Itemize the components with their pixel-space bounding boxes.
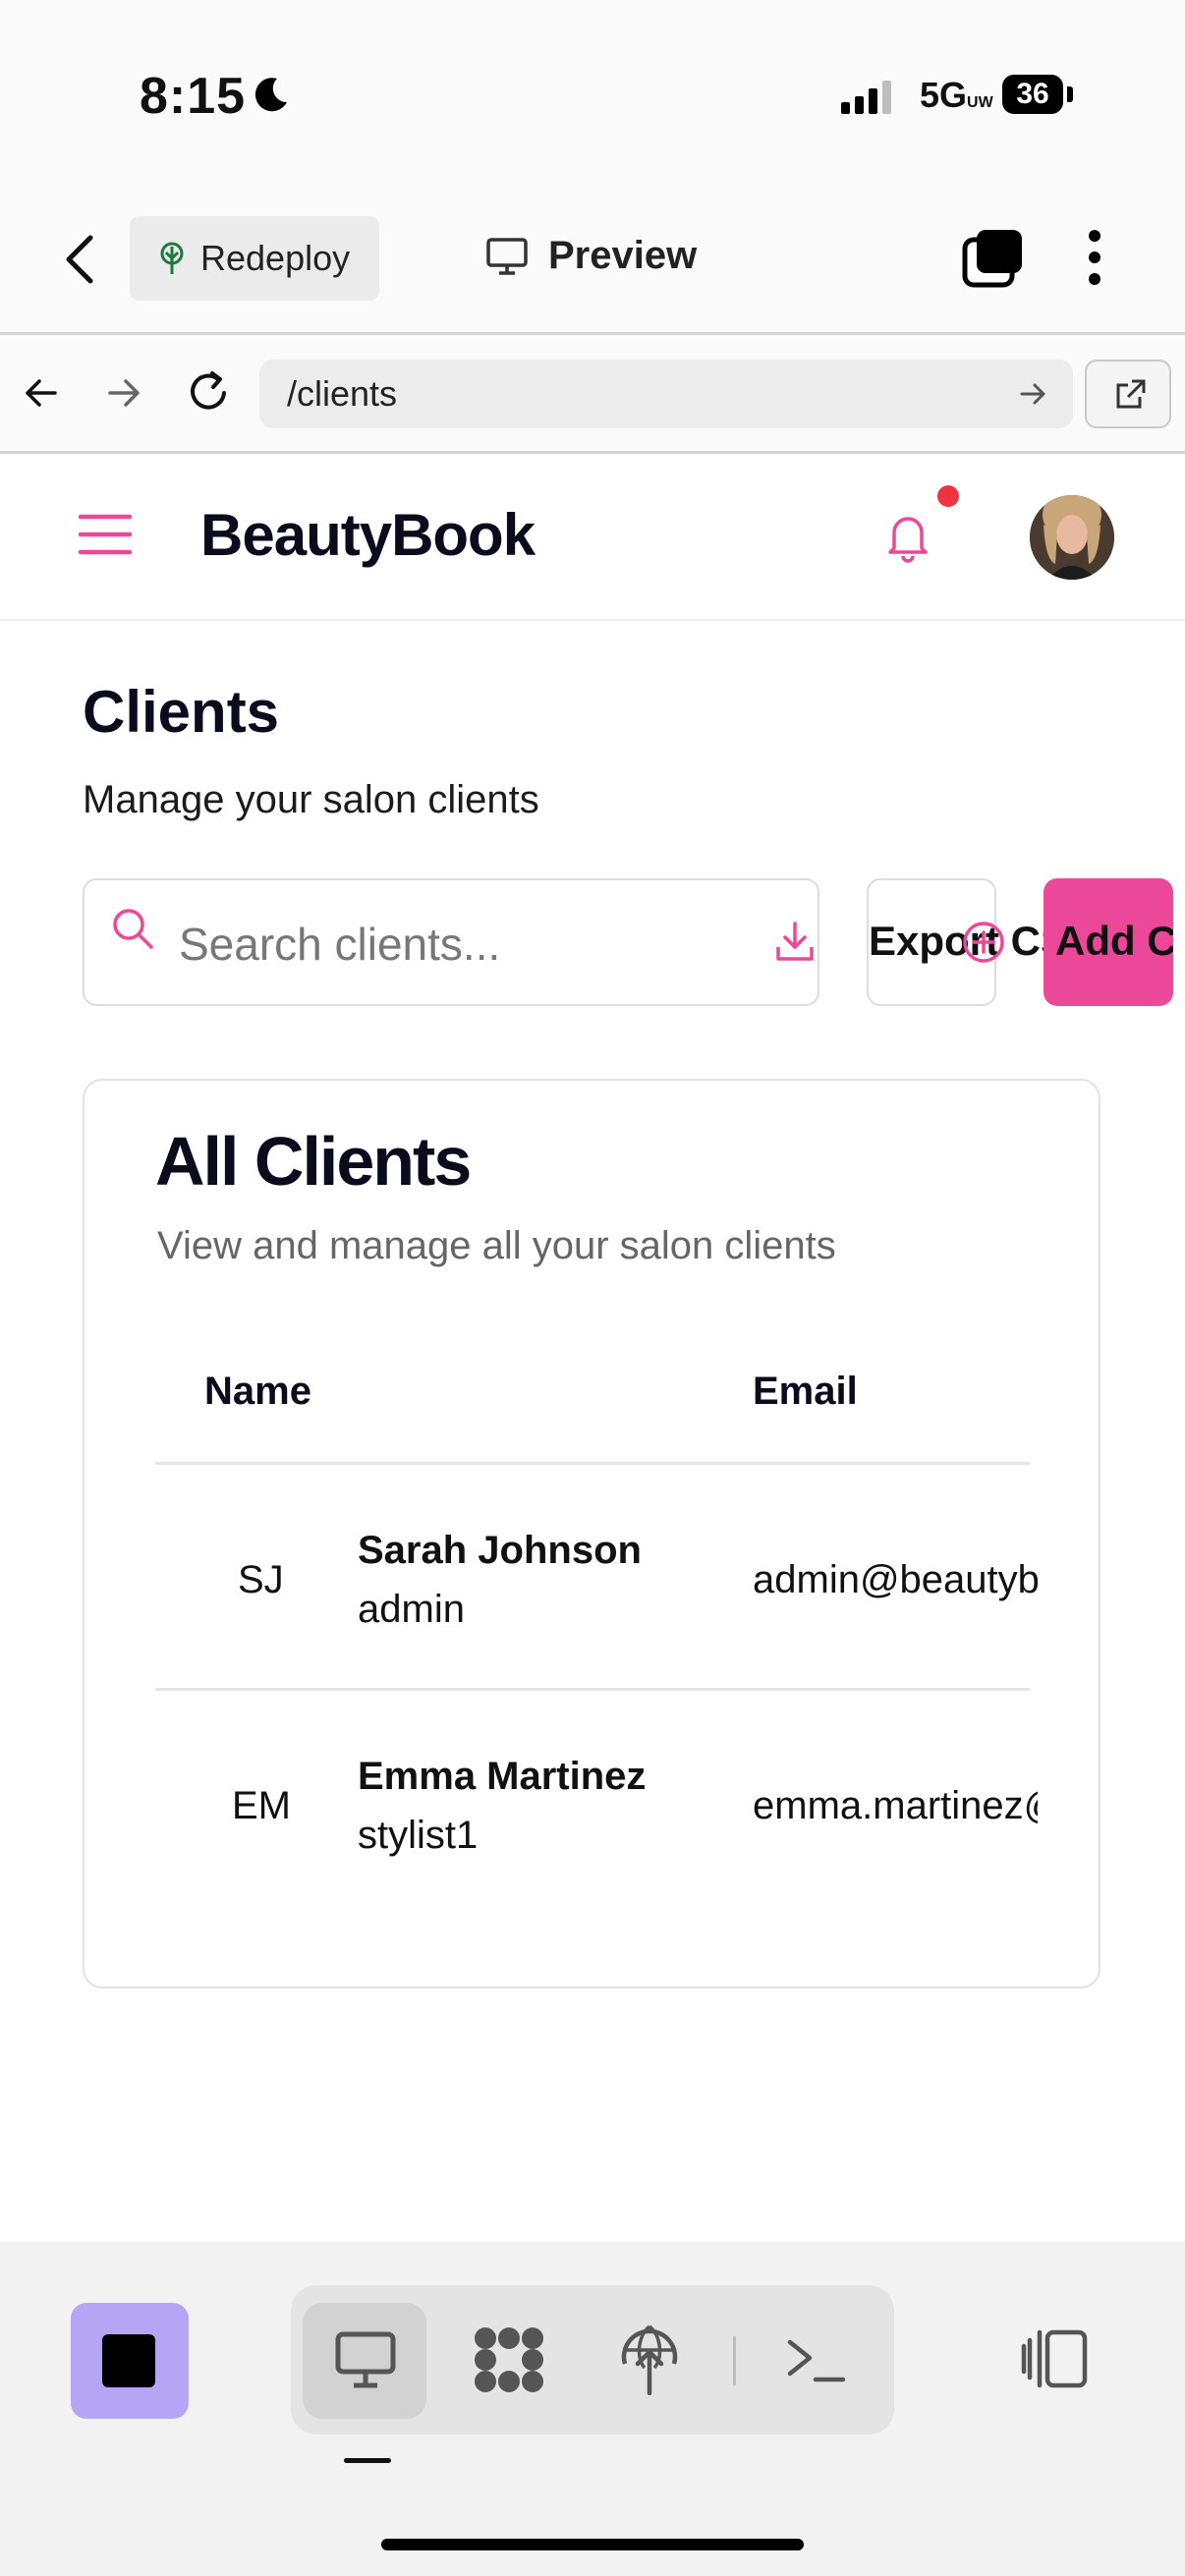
battery-tip: [1067, 86, 1073, 102]
open-external-button[interactable]: [1085, 360, 1171, 428]
add-client-button[interactable]: Add Client: [1044, 878, 1173, 1006]
tree-icon: [160, 242, 184, 274]
monitor-icon: [335, 2331, 396, 2388]
client-role: admin: [358, 1588, 465, 1631]
tabs-icon[interactable]: [961, 228, 1024, 289]
signal-icon: [841, 79, 900, 114]
active-indicator: [344, 2458, 391, 2463]
battery-icon: 36: [1002, 75, 1063, 114]
download-icon[interactable]: [774, 920, 816, 963]
plus-circle-icon: [963, 922, 1004, 963]
stop-icon: [102, 2334, 155, 2387]
redeploy-label: Redeploy: [200, 238, 351, 278]
card-title: All Clients: [155, 1123, 472, 1200]
client-initials: EM: [232, 1784, 291, 1827]
menu-icon[interactable]: [79, 511, 132, 558]
workflow-icon[interactable]: [472, 2324, 546, 2395]
divider: [0, 332, 1185, 335]
client-email: admin@beautybook.com: [753, 1558, 1038, 1601]
back-chevron-icon[interactable]: [59, 232, 102, 287]
deploy-icon[interactable]: [617, 2321, 682, 2395]
column-header-email[interactable]: Email: [753, 1370, 858, 1414]
search-icon: [113, 909, 153, 949]
url-bar[interactable]: /clients: [259, 360, 1073, 428]
client-name[interactable]: Sarah Johnson: [358, 1529, 642, 1573]
panel-toggle-icon[interactable]: [1018, 2328, 1089, 2389]
divider: [733, 2336, 736, 2385]
row-divider: [155, 1688, 1030, 1691]
go-arrow-icon[interactable]: [1018, 379, 1047, 409]
network-label: 5GUW: [920, 75, 993, 115]
moon-icon: [254, 78, 287, 112]
home-indicator: [381, 2539, 804, 2550]
avatar[interactable]: [1030, 495, 1114, 580]
preview-tab[interactable]: Preview: [485, 234, 697, 278]
arrow-left-icon[interactable]: [22, 373, 61, 413]
client-role: stylist1: [358, 1814, 479, 1857]
client-email: emma.martinez@beautybook.com: [753, 1784, 1038, 1827]
redeploy-button[interactable]: Redeploy: [130, 216, 379, 301]
page-subtitle: Manage your salon clients: [83, 778, 539, 821]
bell-icon[interactable]: [880, 509, 935, 564]
add-client-label: Add Client: [1055, 918, 1173, 964]
search-input[interactable]: [179, 912, 729, 977]
status-time: 8:15: [140, 68, 247, 125]
monitor-icon: [486, 237, 528, 275]
client-initials: SJ: [238, 1558, 284, 1601]
external-link-icon: [1116, 379, 1146, 409]
terminal-icon[interactable]: [786, 2332, 847, 2387]
preview-label: Preview: [548, 234, 698, 277]
page-title: Clients: [83, 679, 280, 745]
brand-title: BeautyBook: [200, 502, 536, 568]
column-header-name[interactable]: Name: [204, 1370, 311, 1414]
app-header-divider: [0, 619, 1185, 621]
card-subtitle: View and manage all your salon clients: [157, 1224, 836, 1267]
reload-icon[interactable]: [187, 367, 232, 415]
more-vertical-icon[interactable]: [1085, 228, 1104, 287]
table-header-divider: [155, 1462, 1030, 1465]
arrow-right-icon[interactable]: [104, 373, 143, 413]
notification-dot: [937, 485, 959, 507]
client-name[interactable]: Emma Martinez: [358, 1755, 646, 1799]
